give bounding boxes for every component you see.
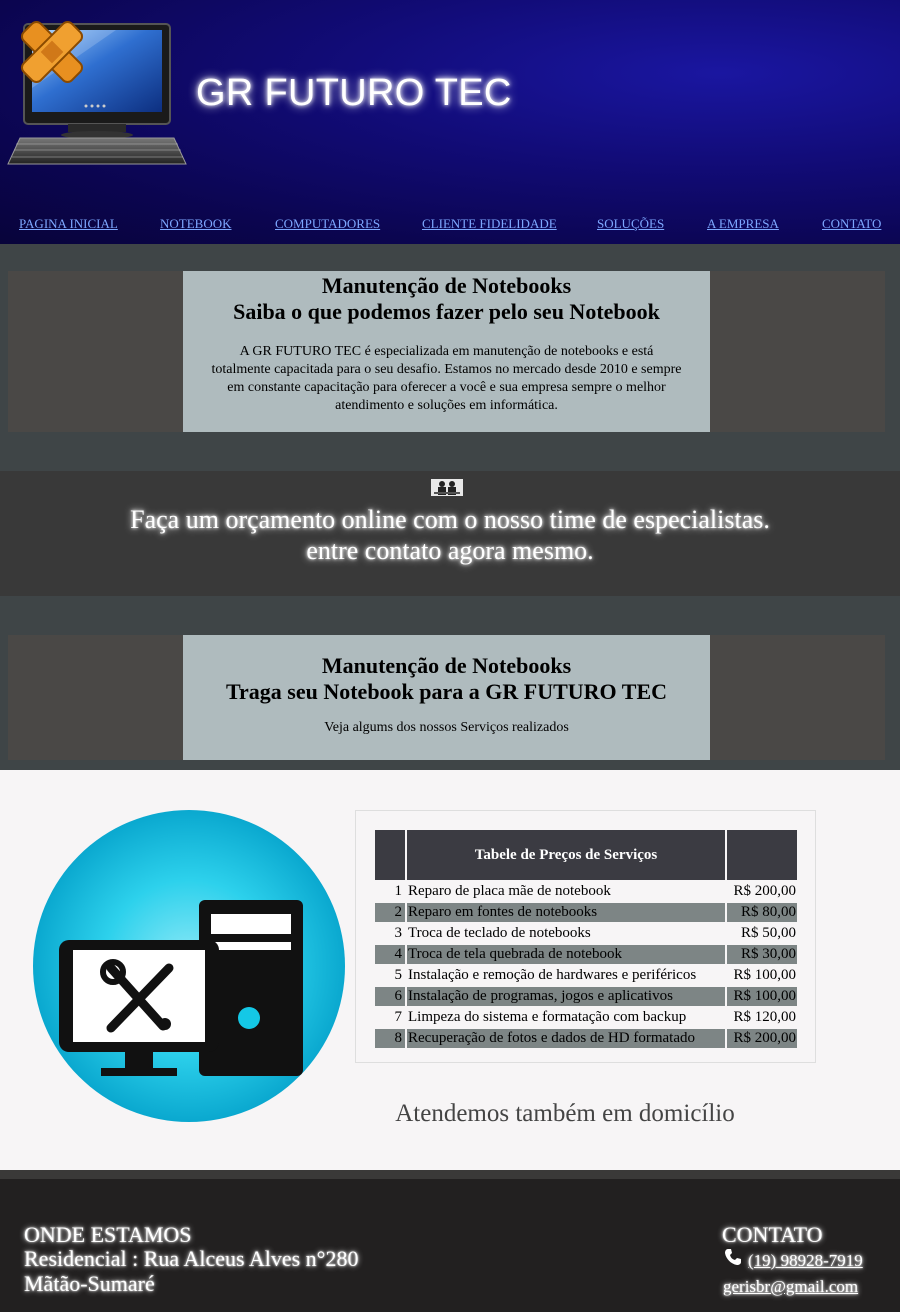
row-number: 5 [394, 967, 403, 983]
price-table-header-num [375, 830, 405, 880]
row-number: 1 [394, 883, 403, 899]
nav-computadores[interactable]: COMPUTADORES [275, 216, 380, 232]
row-service: Recuperação de fotos e dados de HD forma… [407, 1029, 725, 1048]
people-icon [431, 479, 463, 496]
row-service: Reparo em fontes de notebooks [407, 903, 725, 922]
phone-link[interactable]: (19) 98928-7919 [748, 1251, 863, 1271]
computer-repair-logo-icon[interactable] [6, 18, 188, 168]
computer-repair-illustration-icon [33, 810, 345, 1122]
email-link[interactable]: gerisbr@gmail.com [723, 1277, 858, 1297]
nav-notebook[interactable]: NOTEBOOK [160, 216, 232, 232]
intro-text: A GR FUTURO TEC é especializada em manut… [239, 344, 654, 359]
address-line-1: Residencial : Rua Alceus Alves n°280 [24, 1246, 359, 1271]
row-price: R$ 100,00 [727, 987, 797, 1006]
services-text: Veja algums dos nossos Serviços realizad… [324, 720, 569, 735]
table-row: 1 Reparo de placa mãe de notebook R$ 200,0… [375, 882, 797, 901]
table-row: 3 Troca de teclado de notebooks R$ 50,00 [375, 924, 797, 943]
home-service-text: Atendemos também em domicílio [395, 1100, 735, 1127]
table-row: 5 Instalação e remoção de hardwares e per… [375, 966, 797, 985]
services-panel: Manutenção de Notebooks Traga seu Notebo… [183, 635, 710, 760]
table-row: 7 Limpeza do sistema e formatação com bac… [375, 1008, 797, 1027]
price-table-header-price [727, 830, 797, 880]
intro-text: totalmente capacitada para o seu desafio… [211, 362, 682, 377]
row-price: R$ 100,00 [733, 967, 796, 983]
main-nav: PAGINA INICIAL NOTEBOOK COMPUTADORES CLI… [0, 216, 900, 236]
phone-icon [725, 1249, 741, 1265]
address-line-2: Mãtão-Sumaré [24, 1271, 155, 1296]
quote-cta-text[interactable]: Faça um orçamento online com o nosso tim… [0, 504, 900, 566]
row-number: 6 [375, 987, 405, 1006]
table-row: 8 Recuperação de fotos e dados de HD form… [375, 1029, 797, 1048]
row-price: R$ 30,00 [727, 945, 797, 964]
row-service: Limpeza do sistema e formatação com back… [408, 1009, 687, 1025]
row-number: 4 [375, 945, 405, 964]
nav-a-empresa[interactable]: A EMPRESA [707, 216, 779, 232]
table-row: 2 Reparo em fontes de notebooks R$ 80,00 [375, 903, 797, 922]
services-subtitle: Traga seu Notebook para a GR FUTURO TEC [225, 679, 668, 704]
row-number: 3 [394, 925, 403, 941]
intro-text: atendimento e soluções em informática. [335, 398, 558, 413]
site-title: GR FUTURO TEC [196, 72, 512, 114]
quote-cta-band: Faça um orçamento online com o nosso tim… [0, 471, 900, 596]
services-title: Manutenção de Notebooks [321, 653, 572, 678]
row-service: Instalação e remoção de hardwares e peri… [408, 967, 697, 983]
contact-title: CONTATO [722, 1222, 823, 1247]
price-table-box: Tabele de Preços de Serviços 1 Reparo de … [355, 810, 816, 1063]
table-row: 4 Troca de tela quebrada de notebook R$ 30… [375, 945, 797, 964]
row-service: Instalação de programas, jogos e aplicat… [407, 987, 725, 1006]
site-header: GR FUTURO TEC PAGINA INICIAL NOTEBOOK CO… [0, 0, 900, 244]
row-service: Reparo de placa mãe de notebook [408, 883, 611, 899]
prices-section: Tabele de Preços de Serviços 1 Reparo de … [0, 770, 900, 1170]
row-service: Troca de tela quebrada de notebook [407, 945, 725, 964]
row-service: Troca de teclado de notebooks [408, 925, 591, 941]
row-number: 2 [375, 903, 405, 922]
intro-text: em constante capacitação para oferecer a… [227, 380, 666, 395]
location-title: ONDE ESTAMOS [24, 1222, 192, 1247]
row-price: R$ 80,00 [727, 903, 797, 922]
row-number: 8 [375, 1029, 405, 1048]
intro-panel: Manutenção de Notebooks Saiba o que pode… [183, 271, 710, 432]
cta-line-2: entre contato agora mesmo. [306, 536, 594, 565]
cta-line-1: Faça um orçamento online com o nosso tim… [130, 505, 770, 534]
price-table: Tabele de Preços de Serviços 1 Reparo de … [373, 828, 799, 1050]
row-number: 7 [394, 1009, 403, 1025]
price-table-header: Tabele de Preços de Serviços [407, 830, 725, 880]
row-price: R$ 50,00 [740, 925, 796, 941]
site-footer: ONDE ESTAMOS Residencial : Rua Alceus Al… [0, 1170, 900, 1312]
nav-pagina-inicial[interactable]: PAGINA INICIAL [19, 216, 118, 232]
intro-title: Manutenção de Notebooks [321, 273, 572, 298]
table-row: 6 Instalação de programas, jogos e aplica… [375, 987, 797, 1006]
row-price: R$ 120,00 [733, 1009, 796, 1025]
nav-cliente-fidelidade[interactable]: CLIENTE FIDELIDADE [422, 216, 557, 232]
nav-solucoes[interactable]: SOLUÇÕES [597, 216, 664, 232]
nav-contato[interactable]: CONTATO [822, 216, 881, 232]
row-price: R$ 200,00 [727, 1029, 797, 1048]
row-price: R$ 200,00 [733, 883, 796, 899]
intro-subtitle: Saiba o que podemos fazer pelo seu Noteb… [233, 299, 660, 324]
